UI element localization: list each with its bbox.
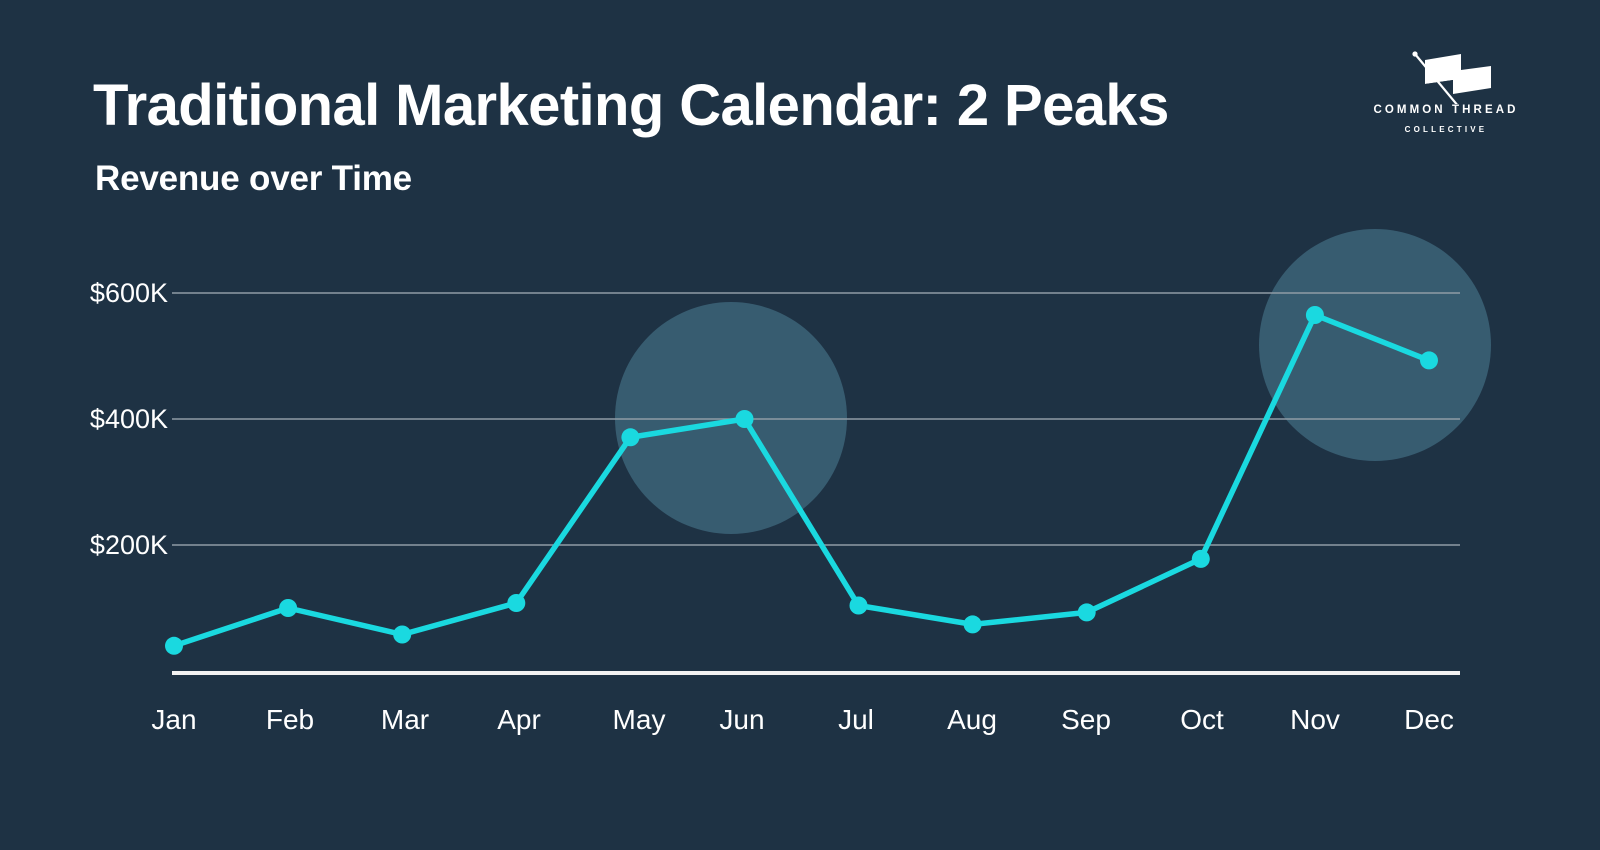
- x-tick-label-dec: Dec: [1404, 704, 1454, 735]
- logo-subname: COLLECTIVE: [1404, 125, 1488, 134]
- data-point-apr: [507, 594, 526, 612]
- x-tick-label-jun: Jun: [719, 704, 765, 735]
- plot-area: [165, 229, 1491, 675]
- data-point-aug: [963, 615, 982, 634]
- data-point-nov: [1305, 306, 1324, 324]
- page-subtitle: Revenue over Time: [95, 159, 412, 198]
- x-tick-label-sep: Sep: [1061, 704, 1111, 735]
- peak-2-highlight: [1259, 229, 1491, 461]
- data-point-jul: [849, 596, 868, 615]
- x-tick-label-oct: Oct: [1180, 704, 1224, 735]
- logo-name: COMMON THREAD: [1373, 104, 1519, 116]
- data-point-oct: [1191, 549, 1210, 568]
- x-tick-label-aug: Aug: [947, 704, 997, 735]
- x-tick-label-feb: Feb: [265, 704, 315, 735]
- data-point-feb: [279, 599, 298, 617]
- data-point-may: [621, 428, 640, 447]
- peak-1-highlight: [615, 302, 847, 534]
- revenue-line-chart: $600K $400K $200K Jan Feb Mar Apr May Ju…: [0, 215, 1600, 850]
- data-point-jan: [165, 636, 183, 655]
- x-tick-label-may: May: [612, 704, 666, 735]
- data-point-sep: [1077, 603, 1096, 622]
- data-point-jun: [735, 410, 754, 428]
- page-title: Traditional Marketing Calendar: 2 Peaks: [93, 73, 1169, 138]
- x-tick-label-nov: Nov: [1290, 704, 1340, 735]
- chart-header: Traditional Marketing Calendar: 2 Peaks …: [0, 0, 1600, 215]
- infographic-canvas: Traditional Marketing Calendar: 2 Peaks …: [0, 0, 1600, 850]
- data-point-mar: [393, 625, 412, 644]
- flag-needle-icon: [1412, 51, 1491, 104]
- brand-logo: COMMON THREAD COLLECTIVE: [1371, 48, 1521, 148]
- x-tick-label-apr: Apr: [497, 704, 541, 735]
- x-tick-label-jul: Jul: [838, 704, 874, 735]
- data-point-dec: [1420, 351, 1438, 370]
- x-tick-label-mar: Mar: [380, 704, 430, 735]
- x-tick-label-jan: Jan: [151, 704, 197, 735]
